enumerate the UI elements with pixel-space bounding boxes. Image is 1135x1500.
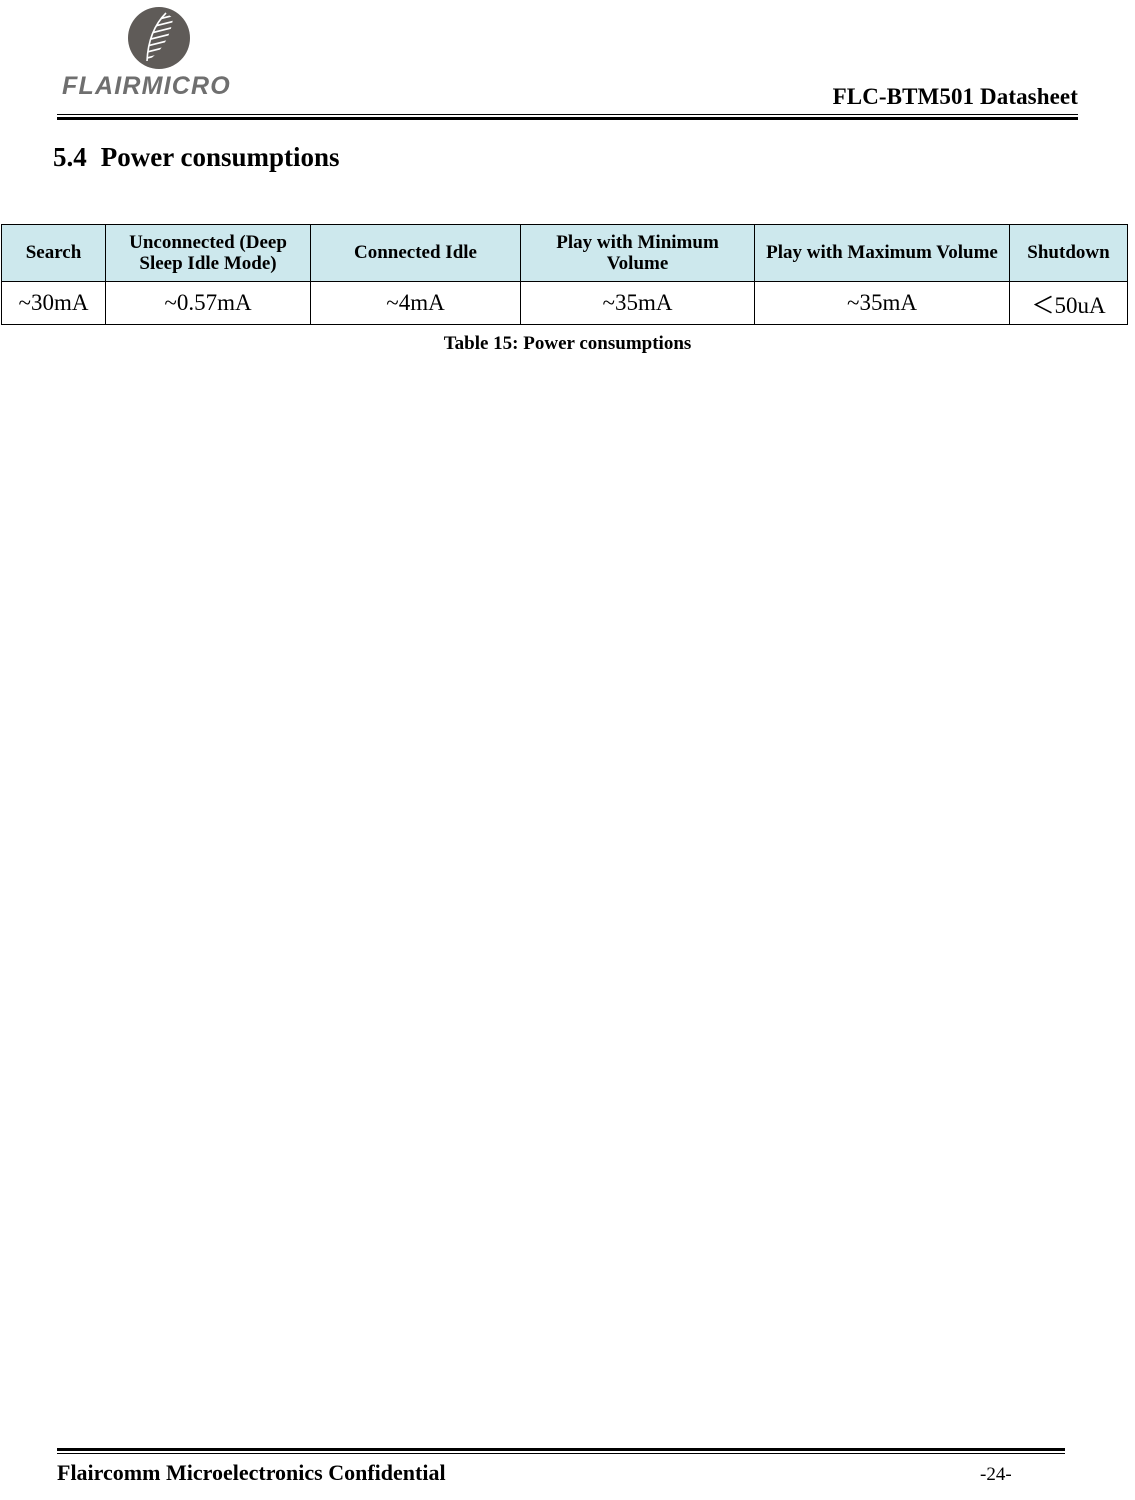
flairmicro-circle-logo-icon — [125, 4, 193, 72]
column-header-connected-idle: Connected Idle — [310, 224, 521, 282]
brand-logo: FLAIRMICRO — [62, 2, 292, 108]
column-header-play-min-volume: Play with Minimum Volume — [520, 224, 755, 282]
document-title: FLC-BTM501 Datasheet — [832, 84, 1078, 109]
cell-play-min-volume-value: ~35mA — [520, 281, 755, 325]
cell-play-max-volume-value: ~35mA — [754, 281, 1010, 325]
section-heading: 5.4 Power consumptions — [53, 142, 340, 173]
footer-page-number: -24- — [980, 1464, 1012, 1485]
footer-divider-thick-line — [57, 1448, 1065, 1451]
footer-divider — [57, 1448, 1065, 1454]
header-divider — [57, 114, 1078, 120]
cell-search-value: ~30mA — [1, 281, 106, 325]
table-caption: Table 15: Power consumptions — [443, 333, 692, 354]
section-number: 5.4 — [53, 142, 87, 172]
table-header-row: Search Unconnected (Deep Sleep Idle Mode… — [1, 224, 1128, 282]
cell-unconnected-value: ~0.57mA — [105, 281, 311, 325]
section-title: Power consumptions — [100, 142, 340, 172]
footer-divider-thin-line — [57, 1453, 1065, 1454]
cell-connected-idle-value: ~4mA — [310, 281, 521, 325]
cell-shutdown-value: ＜50uA — [1009, 281, 1128, 325]
column-header-shutdown: Shutdown — [1009, 224, 1128, 282]
brand-wordmark: FLAIRMICRO — [62, 72, 231, 100]
power-consumptions-table: Search Unconnected (Deep Sleep Idle Mode… — [1, 224, 1128, 325]
page-header: FLAIRMICRO FLC-BTM501 Datasheet — [0, 0, 1135, 128]
header-divider-thin-line — [57, 114, 1078, 115]
column-header-play-max-volume: Play with Maximum Volume — [754, 224, 1010, 282]
page-footer: Flaircomm Microelectronics Confidential … — [0, 1440, 1135, 1500]
footer-confidential-notice: Flaircomm Microelectronics Confidential — [57, 1460, 446, 1485]
table-row: ~30mA ~0.57mA ~4mA ~35mA ~35mA ＜50uA — [1, 281, 1128, 325]
column-header-unconnected: Unconnected (Deep Sleep Idle Mode) — [105, 224, 311, 282]
header-divider-thick-line — [57, 117, 1078, 120]
column-header-search: Search — [1, 224, 106, 282]
